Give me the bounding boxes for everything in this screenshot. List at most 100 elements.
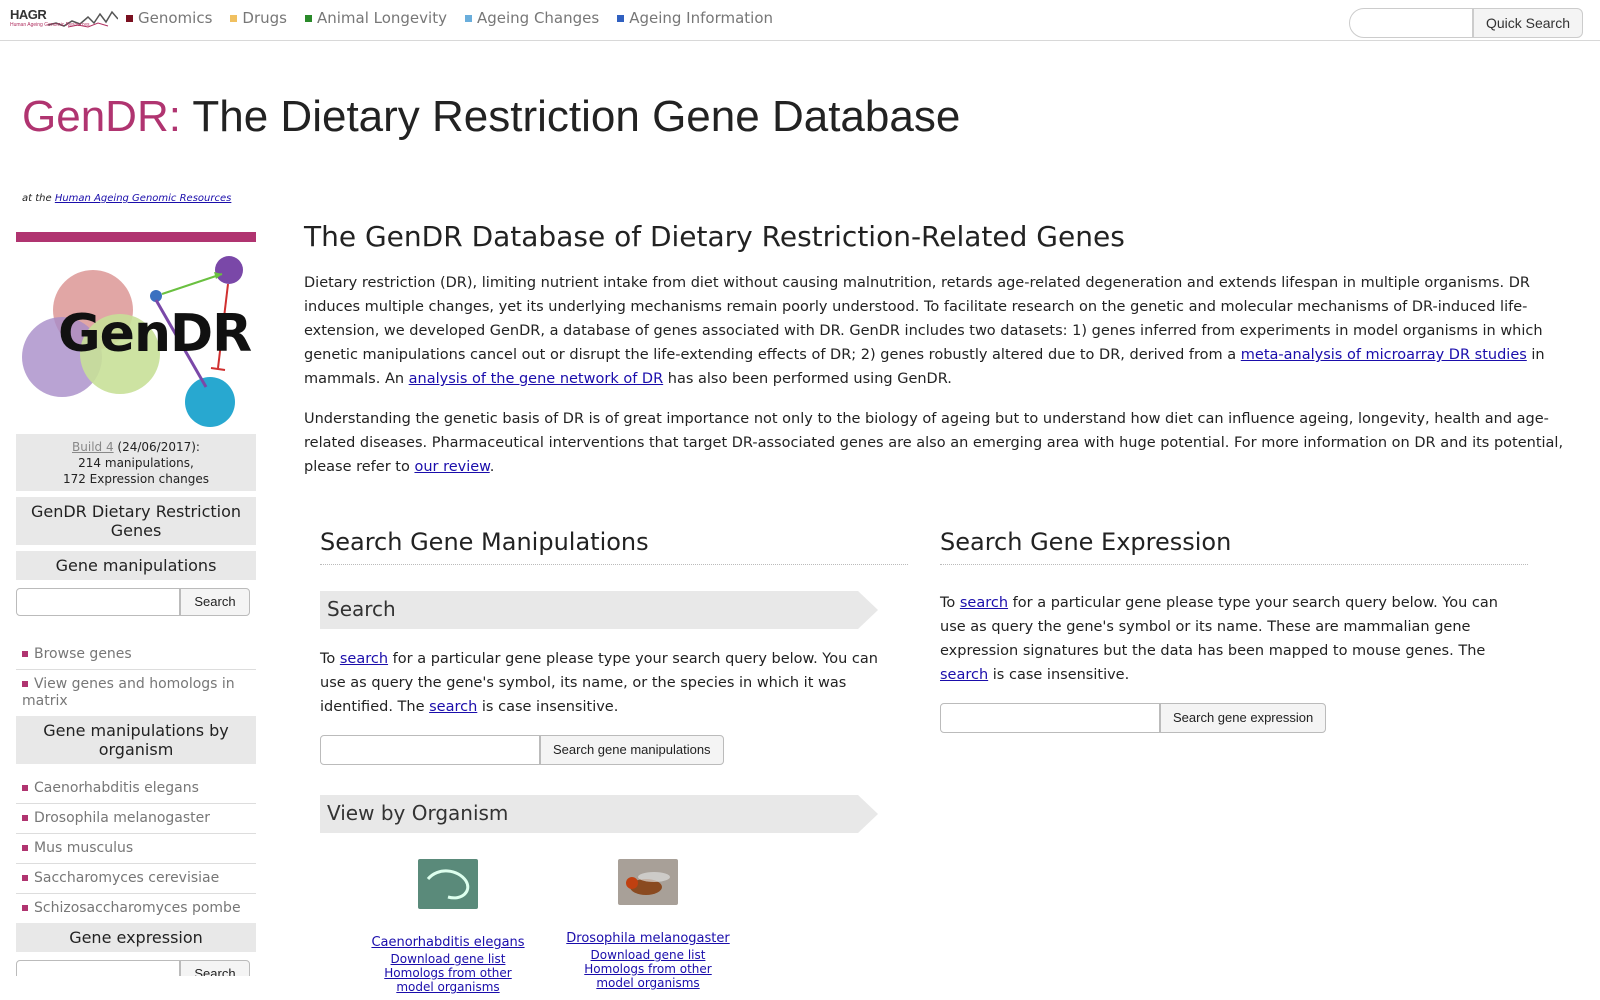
sidebar-link-matrix[interactable]: View genes and homologs in matrix	[16, 670, 256, 716]
nav-square-icon	[464, 14, 472, 22]
nav-ageing-information[interactable]: Ageing Information	[617, 9, 773, 27]
sidebar-manip-search-button[interactable]: Search	[180, 588, 250, 616]
nav-animal-longevity[interactable]: Animal Longevity	[304, 9, 447, 27]
hagr-link[interactable]: Human Ageing Genomic Resources	[55, 193, 232, 204]
intro-text-c: has also been performed using GenDR.	[663, 371, 952, 387]
bullet-square-icon	[22, 905, 28, 911]
nav-square-icon	[617, 14, 625, 22]
second-text-b: .	[489, 459, 495, 475]
nav-genomics[interactable]: Genomics	[126, 9, 212, 27]
meta-analysis-link[interactable]: meta-analysis of microarray DR studies	[1241, 347, 1527, 363]
page-banner: GenDR: The Dietary Restriction Gene Data…	[22, 92, 960, 142]
hagr-logo-subtitle: Human Ageing Genomic Resources	[10, 22, 90, 28]
hagr-credit-line: at the Human Ageing Genomic Resources	[22, 193, 231, 204]
sidebar-head-expression: Gene expression	[16, 923, 256, 952]
nav-drugs[interactable]: Drugs	[230, 9, 287, 27]
organism-section-header: View by Organism	[320, 795, 878, 833]
page-title: The GenDR Database of Dietary Restrictio…	[304, 220, 1125, 253]
hagr-logo[interactable]: HAGR Human Ageing Genomic Resources	[10, 7, 118, 33]
expr-search-form: Search gene expression	[940, 703, 1528, 733]
bullet-square-icon	[22, 651, 28, 657]
nav-square-icon	[230, 14, 238, 22]
build-expression: 172 Expression changes	[62, 472, 210, 486]
nav-label: Animal Longevity	[316, 9, 447, 27]
sidebar-manip-links: Browse genes View genes and homologs in …	[16, 640, 256, 716]
sidebar-manip-search-input[interactable]	[16, 588, 180, 616]
fly-thumbnail-icon[interactable]	[618, 859, 678, 905]
gene-network-link[interactable]: analysis of the gene network of DR	[409, 371, 663, 387]
top-navbar: HAGR Human Ageing Genomic Resources Geno…	[0, 0, 1600, 41]
expr-search-input[interactable]	[940, 703, 1160, 733]
sidebar-expr-search-button[interactable]: Search	[180, 960, 250, 976]
organism-card-c-elegans: Caenorhabditis elegans Download gene lis…	[364, 859, 532, 994]
expr-search-link[interactable]: search	[960, 595, 1008, 611]
help-text-a: To	[940, 595, 960, 611]
nav-ageing-changes[interactable]: Ageing Changes	[464, 9, 599, 27]
expr-search-button[interactable]: Search gene expression	[1160, 703, 1327, 733]
manip-search-link[interactable]: search	[340, 651, 388, 667]
sidebar-organism-links: Caenorhabditis elegans Drosophila melano…	[16, 774, 256, 923]
manip-search-form: Search gene manipulations	[320, 735, 908, 765]
credit-prefix: at the	[22, 193, 55, 204]
nav-label: Drugs	[242, 9, 287, 27]
sidebar-link-label: Saccharomyces cerevisiae	[34, 870, 220, 886]
manip-search-button[interactable]: Search gene manipulations	[540, 735, 724, 765]
sidebar-link-label: View genes and homologs in matrix	[22, 676, 235, 709]
d-melanogaster-link[interactable]: Drosophila melanogaster	[564, 931, 732, 947]
organism-card-d-melanogaster: Drosophila melanogaster Download gene li…	[564, 859, 732, 994]
main-content: The GenDR Database of Dietary Restrictio…	[304, 220, 1574, 994]
c-elegans-download-link[interactable]: Download gene list	[364, 952, 532, 966]
nav-square-icon	[126, 14, 133, 22]
sidebar-link-label: Caenorhabditis elegans	[34, 780, 199, 796]
nav-label: Genomics	[138, 9, 213, 27]
help-text-a: To	[320, 651, 340, 667]
sidebar-link-s-pombe[interactable]: Schizosaccharomyces pombe	[16, 894, 256, 923]
manipulations-help-text: To search for a particular gene please t…	[320, 647, 908, 719]
sidebar-head-organism: Gene manipulations by organism	[16, 716, 256, 764]
help-text-c: is case insensitive.	[988, 667, 1130, 683]
gendr-logo-text: GenDR	[58, 304, 252, 364]
build-date: (24/06/2017):	[113, 440, 200, 454]
sidebar-link-label: Drosophila melanogaster	[34, 810, 210, 826]
expression-column: Search Gene Expression To search for a p…	[940, 528, 1528, 733]
banner-title: The Dietary Restriction Gene Database	[180, 92, 961, 141]
sidebar-link-label: Browse genes	[34, 646, 132, 662]
help-text-c: is case insensitive.	[477, 699, 619, 715]
d-melanogaster-download-link[interactable]: Download gene list	[564, 948, 732, 962]
bullet-square-icon	[22, 875, 28, 881]
gendr-logo[interactable]: GenDR	[16, 242, 256, 432]
sidebar: GenDR Build 4 (24/06/2017): 214 manipula…	[16, 232, 256, 976]
manip-search-input[interactable]	[320, 735, 540, 765]
build-link[interactable]: Build 4	[72, 440, 114, 454]
sidebar-expr-search: Search	[16, 960, 256, 976]
sidebar-head-manipulations: Gene manipulations	[16, 551, 256, 580]
bullet-square-icon	[22, 815, 28, 821]
sidebar-head-gendr[interactable]: GenDR Dietary Restriction Genes	[16, 497, 256, 545]
bullet-square-icon	[22, 681, 28, 687]
help-text-b: for a particular gene please type your s…	[940, 595, 1498, 659]
sidebar-link-c-elegans[interactable]: Caenorhabditis elegans	[16, 774, 256, 804]
c-elegans-link[interactable]: Caenorhabditis elegans	[364, 935, 532, 951]
nav-label: Ageing Information	[629, 9, 774, 27]
sidebar-link-m-musculus[interactable]: Mus musculus	[16, 834, 256, 864]
manipulations-title: Search Gene Manipulations	[320, 528, 908, 565]
build-manipulations: 214 manipulations,	[78, 456, 194, 470]
c-elegans-homologs-link[interactable]: Homologs from other model organisms	[364, 966, 532, 994]
expr-search-link-2[interactable]: search	[940, 667, 988, 683]
sidebar-link-browse-genes[interactable]: Browse genes	[16, 640, 256, 670]
review-link[interactable]: our review	[414, 459, 489, 475]
sidebar-link-d-melanogaster[interactable]: Drosophila melanogaster	[16, 804, 256, 834]
manipulations-column: Search Gene Manipulations Search To sear…	[320, 528, 908, 994]
sidebar-manip-search: Search	[16, 588, 256, 616]
d-melanogaster-homologs-link[interactable]: Homologs from other model organisms	[564, 962, 732, 990]
manip-search-link-2[interactable]: search	[429, 699, 477, 715]
expression-title: Search Gene Expression	[940, 528, 1528, 565]
sidebar-expr-search-input[interactable]	[16, 960, 180, 976]
main-nav: Genomics Drugs Animal Longevity Ageing C…	[126, 9, 773, 27]
quick-search-input[interactable]	[1349, 8, 1473, 38]
sidebar-link-label: Mus musculus	[34, 840, 134, 856]
quick-search-button[interactable]: Quick Search	[1473, 8, 1583, 38]
worm-thumbnail-icon[interactable]	[418, 859, 478, 909]
hagr-logo-text: HAGR	[10, 7, 47, 22]
sidebar-link-s-cerevisiae[interactable]: Saccharomyces cerevisiae	[16, 864, 256, 894]
